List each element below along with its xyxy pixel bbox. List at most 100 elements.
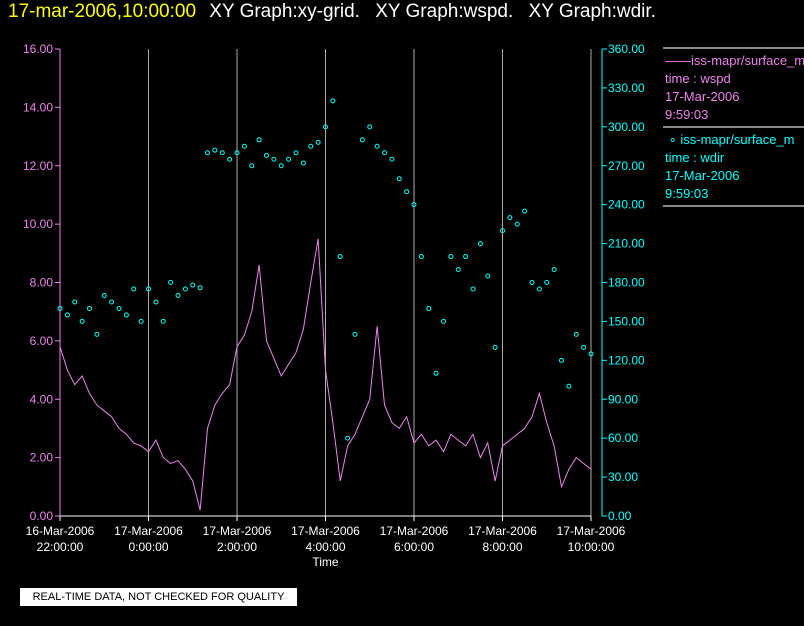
x-tick-date: 17-Mar-2006: [557, 524, 626, 538]
x-tick-time: 6:00:00: [394, 540, 434, 554]
wdir-point: [536, 286, 542, 292]
wdir-point: [160, 318, 166, 324]
wdir-point: [123, 312, 129, 318]
y-right-tick-label: 0.00: [608, 509, 632, 523]
wdir-point: [175, 292, 181, 298]
wdir-point: [94, 331, 100, 337]
wdir-point: [522, 208, 528, 214]
wdir-point: [219, 150, 225, 156]
circle-symbol-icon: ∘: [665, 132, 681, 147]
x-tick-time: 10:00:00: [568, 540, 615, 554]
wdir-point: [249, 163, 255, 169]
legend-label: iss-mapr/surface_m: [680, 132, 795, 147]
wdir-point: [300, 160, 306, 166]
wdir-point: [359, 137, 365, 143]
wdir-point: [182, 286, 188, 292]
wdir-point: [559, 357, 564, 363]
wdir-point: [463, 254, 469, 260]
wdir-point: [241, 143, 247, 149]
x-axis-label: Time: [312, 555, 339, 569]
wdir-point: [581, 344, 587, 350]
wdir-point: [507, 215, 513, 221]
x-tick-date: 17-Mar-2006: [291, 524, 360, 538]
y-left-tick-label: 0.00: [30, 509, 54, 523]
y-right-tick-label: 150.00: [608, 314, 645, 328]
y-right-tick-label: 240.00: [608, 198, 645, 212]
y-left-tick-label: 16.00: [23, 42, 53, 56]
wdir-point: [286, 156, 292, 162]
y-left-tick-label: 14.00: [23, 100, 53, 114]
legend-var: time : wdir: [665, 150, 725, 165]
wdir-point: [396, 176, 402, 182]
y-right-tick-label: 210.00: [608, 237, 645, 251]
x-tick-time: 8:00:00: [482, 540, 522, 554]
x-tick-date: 17-Mar-2006: [114, 524, 183, 538]
wdir-point: [404, 189, 410, 195]
quality-notice: REAL-TIME DATA, NOT CHECKED FOR QUALITY: [20, 588, 297, 606]
y-right-tick-label: 30.00: [608, 470, 638, 484]
wdir-point: [64, 312, 70, 318]
x-tick-date: 16-Mar-2006: [26, 524, 95, 538]
wdir-point: [529, 280, 535, 285]
y-right-tick-label: 330.00: [608, 81, 645, 95]
wdir-point: [168, 280, 174, 285]
wdir-point: [101, 292, 107, 298]
wdir-point: [153, 299, 159, 305]
y-right-tick-label: 120.00: [608, 353, 645, 367]
legend-wspd: ——iss-mapr/surface_m time : wspd 17-Mar-…: [663, 47, 804, 126]
y-left-tick-label: 12.00: [23, 159, 53, 173]
wdir-point: [271, 156, 277, 162]
legend-var: time : wspd: [665, 71, 731, 86]
wdir-point: [485, 273, 491, 279]
wdir-point: [418, 254, 424, 260]
wdir-point: [551, 267, 557, 273]
wdir-point: [87, 305, 92, 311]
wdir-point: [345, 435, 351, 441]
legend: ——iss-mapr/surface_m time : wspd 17-Mar-…: [663, 47, 804, 207]
legend-wdir: ∘ iss-mapr/surface_m time : wdir 17-Mar-…: [663, 126, 804, 207]
wdir-point: [573, 331, 579, 337]
wdir-point: [109, 299, 115, 305]
wdir-point: [470, 286, 476, 292]
wdir-point: [492, 344, 498, 350]
legend-time: 9:59:03: [665, 186, 709, 201]
wdir-point: [367, 124, 373, 130]
y-right-tick-label: 60.00: [608, 431, 638, 445]
wdir-point: [227, 156, 233, 162]
y-right-tick-label: 300.00: [608, 120, 645, 134]
legend-label: iss-mapr/surface_m: [691, 53, 804, 68]
wdir-point: [448, 254, 454, 260]
wdir-point: [138, 318, 144, 324]
x-tick-time: 2:00:00: [217, 540, 257, 554]
y-left-tick-label: 4.00: [30, 392, 54, 406]
wdir-point: [315, 139, 321, 145]
wdir-point: [256, 137, 262, 143]
legend-date: 17-Mar-2006: [665, 168, 740, 183]
wdir-point: [264, 152, 269, 158]
wdir-point: [352, 331, 358, 337]
wdir-point: [212, 147, 218, 153]
wdir-point: [566, 383, 572, 389]
x-tick-date: 17-Mar-2006: [203, 524, 272, 538]
wdir-point: [433, 370, 439, 376]
wdir-point: [382, 150, 387, 156]
y-left-tick-label: 10.00: [23, 217, 53, 231]
line-symbol-icon: ——: [665, 53, 691, 68]
wdir-point: [389, 156, 395, 162]
wdir-point: [544, 280, 550, 285]
wdir-point: [514, 221, 520, 227]
y-right-tick-label: 180.00: [608, 276, 645, 290]
x-tick-time: 0:00:00: [128, 540, 168, 554]
wdir-point: [455, 267, 461, 273]
wdir-point: [205, 150, 210, 156]
wdir-point: [131, 286, 137, 292]
wdir-point: [477, 241, 483, 247]
x-tick-time: 22:00:00: [37, 540, 84, 554]
wdir-point: [293, 150, 299, 156]
wdir-point: [116, 305, 122, 311]
x-tick-time: 4:00:00: [305, 540, 345, 554]
wdir-point: [72, 299, 78, 305]
x-tick-date: 17-Mar-2006: [468, 524, 537, 538]
y-right-tick-label: 270.00: [608, 159, 645, 173]
wdir-point: [441, 318, 446, 324]
